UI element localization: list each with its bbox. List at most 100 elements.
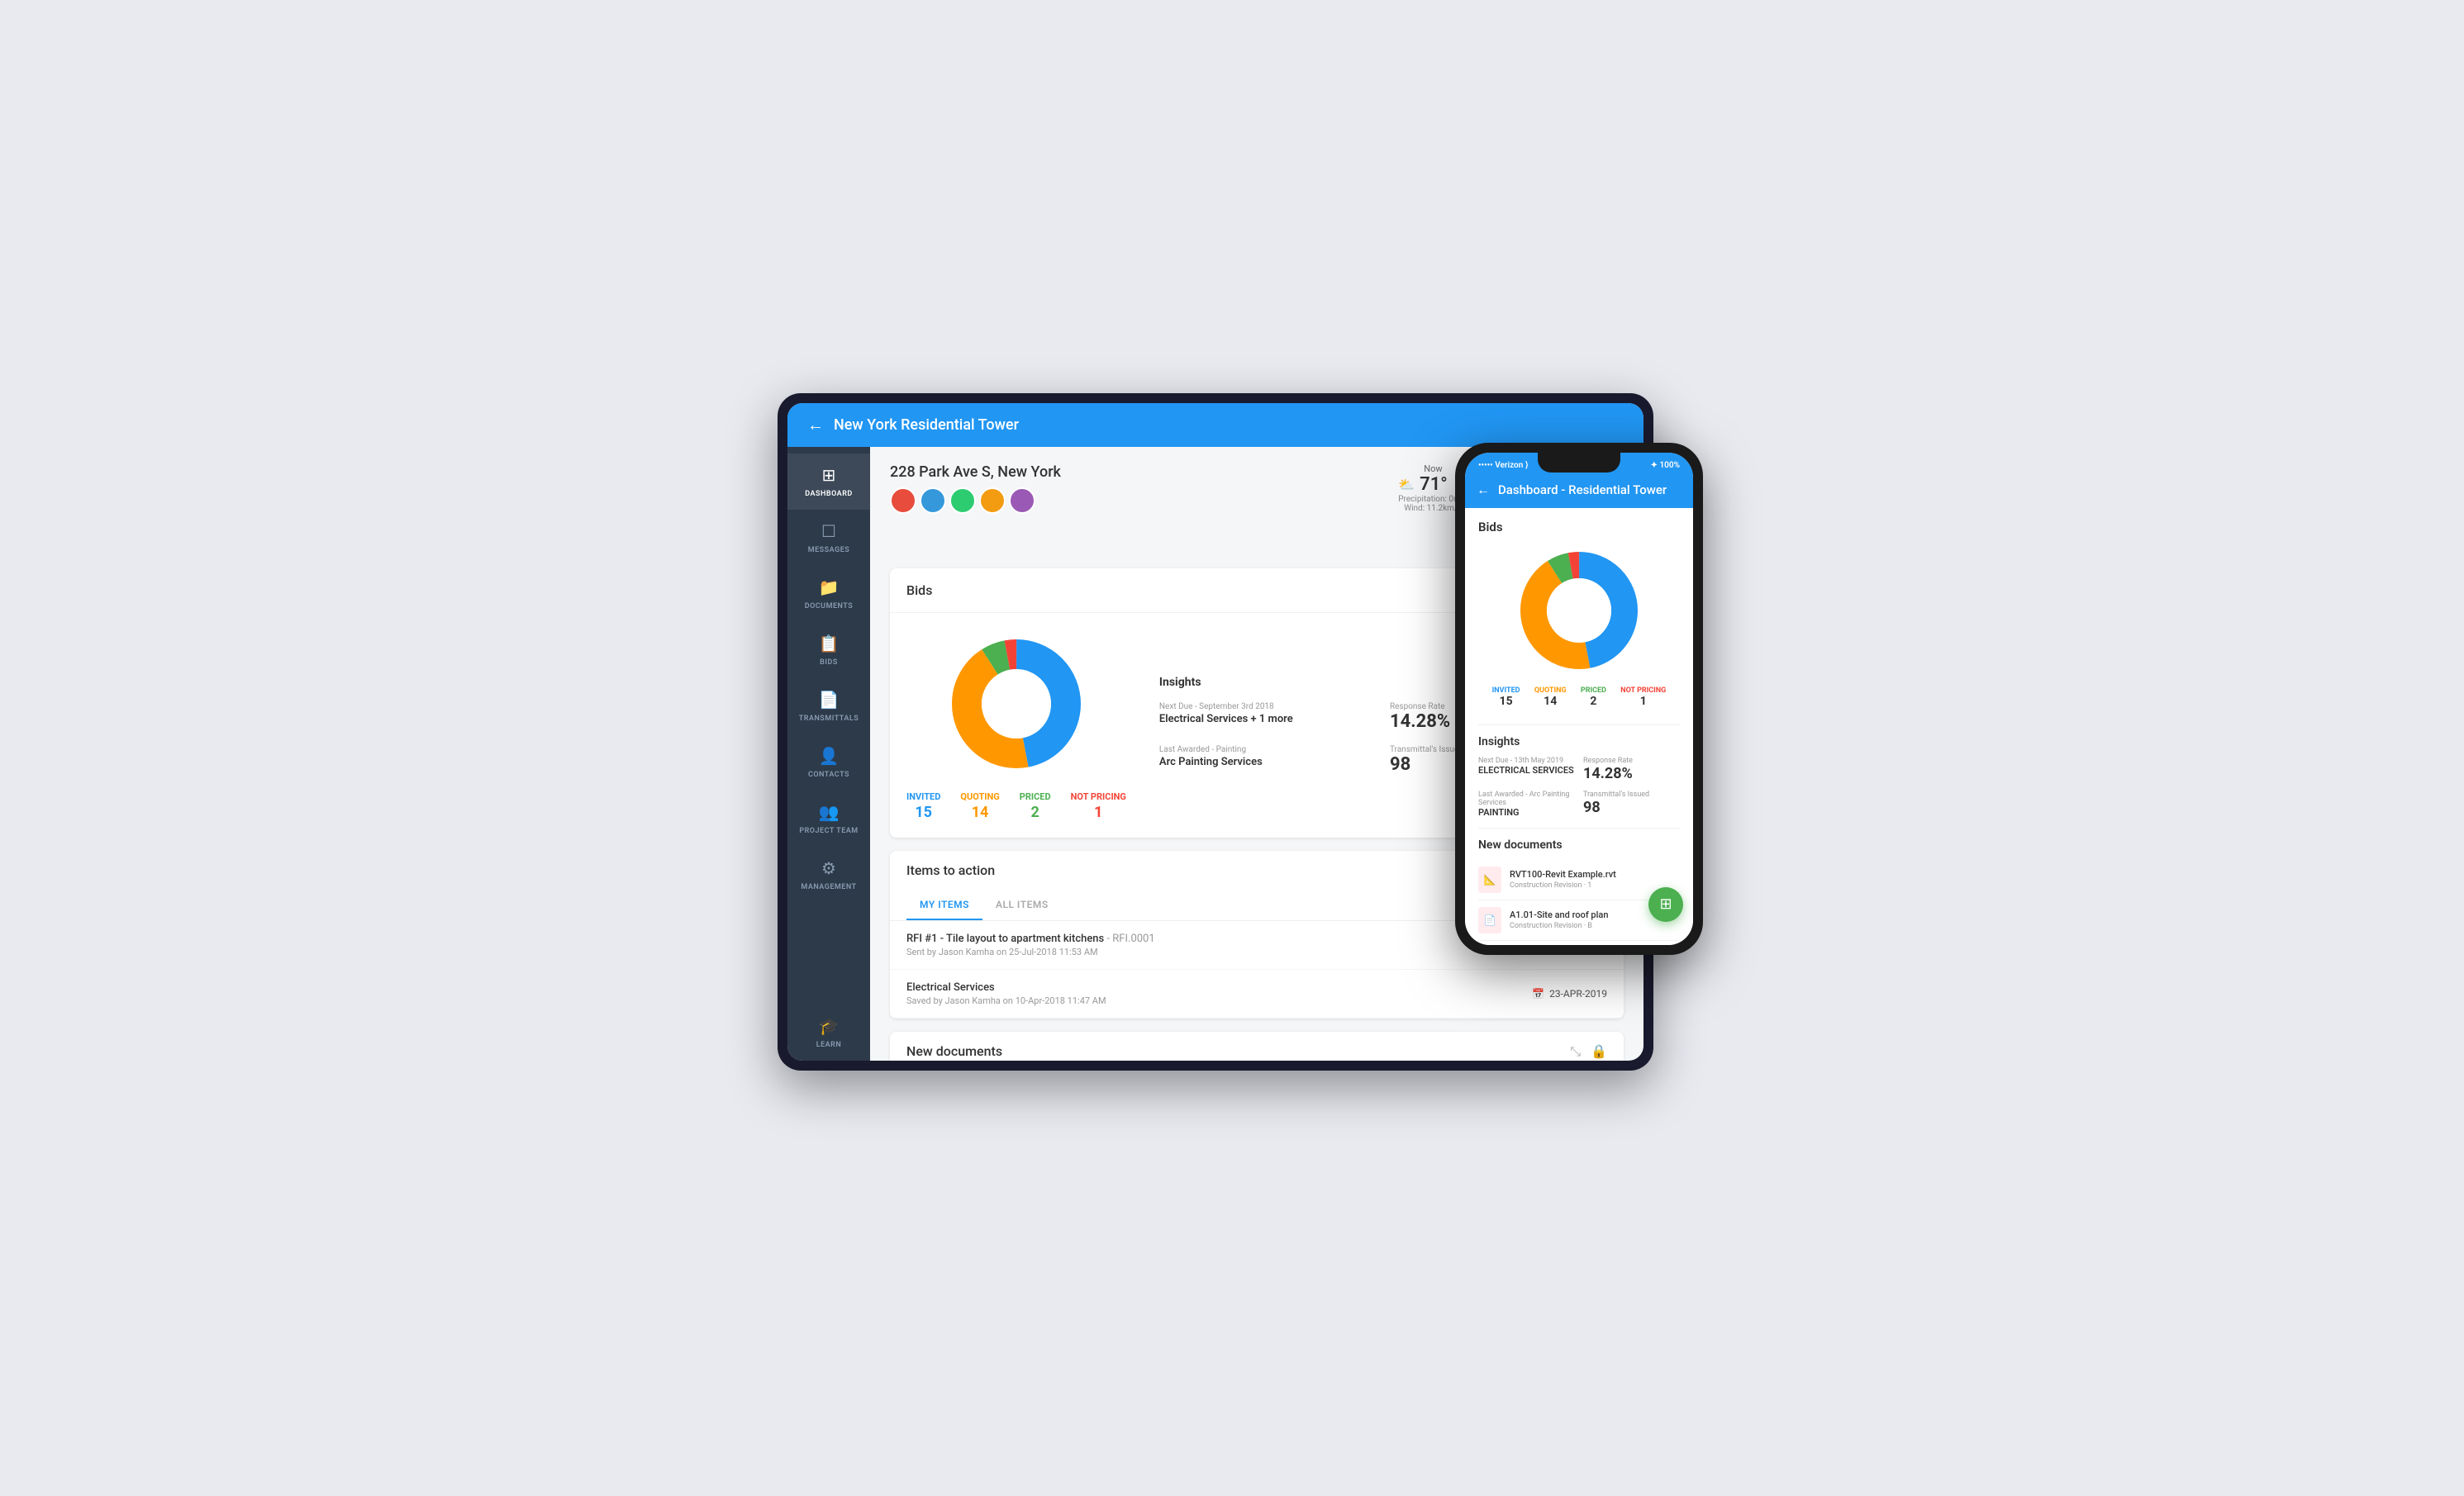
legend-priced: PRICED 2	[1020, 791, 1051, 821]
phone-legend-invited: INVITED 15	[1492, 686, 1520, 708]
sidebar-transmittals-label: TRANSMITTALS	[799, 715, 859, 723]
phone-bids-title: Bids	[1478, 520, 1680, 534]
legend-not-pricing: NOT PRICING 1	[1071, 791, 1126, 821]
legend-not-pricing-label: NOT PRICING	[1071, 791, 1126, 802]
project-team-icon: 👥	[819, 802, 840, 822]
legend-invited-label: INVITED	[906, 791, 940, 802]
action-item-electrical-title: Electrical Services	[906, 981, 1106, 994]
documents-icon: 📁	[819, 577, 840, 597]
weather-now-icon: ⛅	[1398, 477, 1415, 492]
phone-legend-not-pricing-count: 1	[1620, 695, 1666, 708]
fab-grid-icon: ⊞	[1659, 895, 1672, 913]
sidebar-item-messages[interactable]: ☐ MESSAGES	[787, 510, 870, 566]
insight-last-awarded-value: Arc Painting Services	[1159, 756, 1377, 768]
sidebar-item-contacts[interactable]: 👤 CONTACTS	[787, 734, 870, 791]
sidebar-contacts-label: CONTACTS	[808, 771, 849, 779]
phone-insights-section: Insights Next Due - 13th May 2019 ELECTR…	[1465, 725, 1693, 828]
phone-header: ← Dashboard - Residential Tower	[1465, 475, 1693, 508]
insight-next-due: Next Due - September 3rd 2018 Electrical…	[1159, 702, 1377, 732]
sidebar-item-learn[interactable]: 🎓 LEARN	[787, 1004, 870, 1061]
phone-bids-legend: INVITED 15 QUOTING 14 PRICED 2 NOT PRI	[1478, 686, 1680, 718]
sidebar-item-management[interactable]: ⚙ MANAGEMENT	[787, 847, 870, 903]
phone-insight-response-rate: Response Rate 14.28%	[1583, 757, 1680, 782]
new-documents-card: New documents ⤡ 🔒 📄 A2.09- House 4 and 5…	[890, 1032, 1624, 1061]
back-button[interactable]: ←	[807, 415, 824, 435]
insight-next-due-value: Electrical Services + 1 more	[1159, 713, 1377, 725]
tablet-header: ← New York Residential Tower	[787, 403, 1643, 447]
phone-donut-container	[1478, 544, 1680, 677]
bids-donut-svg	[942, 629, 1091, 778]
phone-insight-next-due-value: ELECTRICAL SERVICES	[1478, 765, 1575, 776]
action-item-rfi-title: RFI #1 - Tile layout to apartment kitche…	[906, 933, 1155, 945]
legend-quoting-label: QUOTING	[960, 791, 999, 802]
action-item-electrical: Electrical Services Saved by Jason Kamha…	[890, 970, 1624, 1019]
phone-new-docs-section: New documents 📐 RVT100-Revit Example.rvt…	[1465, 829, 1693, 945]
phone-legend-priced-count: 2	[1581, 695, 1606, 708]
sidebar-bids-label: BIDS	[820, 658, 838, 667]
legend-not-pricing-count: 1	[1071, 804, 1126, 821]
phone-back-button[interactable]: ←	[1477, 482, 1490, 498]
bids-card-title: Bids	[906, 582, 932, 598]
action-item-electrical-left: Electrical Services Saved by Jason Kamha…	[906, 981, 1106, 1006]
phone-insight-next-due-label: Next Due - 13th May 2019	[1478, 757, 1575, 765]
phone-legend-quoting-label: QUOTING	[1534, 686, 1567, 695]
tab-my-items[interactable]: MY ITEMS	[906, 890, 982, 920]
tab-all-items[interactable]: ALL ITEMS	[982, 890, 1062, 920]
avatar	[979, 487, 1006, 514]
phone-doc-item-rvt: 📐 RVT100-Revit Example.rvt Construction …	[1478, 860, 1680, 900]
phone-legend-not-pricing-label: NOT PRICING	[1620, 686, 1666, 695]
sidebar-item-bids[interactable]: 📋 BIDS	[787, 622, 870, 678]
phone-legend-invited-count: 15	[1492, 695, 1520, 708]
phone-donut-svg	[1513, 544, 1645, 677]
action-item-rfi-left: RFI #1 - Tile layout to apartment kitche…	[906, 933, 1155, 957]
sidebar-management-label: MANAGEMENT	[801, 883, 856, 891]
phone-insights-title: Insights	[1478, 735, 1680, 748]
phone-doc-info-a1: A1.01-Site and roof plan Construction Re…	[1510, 909, 1608, 930]
avatar	[1009, 487, 1035, 514]
expand-icon-docs[interactable]: ⤡	[1570, 1043, 1581, 1060]
phone-insight-last-awarded-label: Last Awarded - Arc Painting Services	[1478, 791, 1575, 807]
transmittals-icon: 📄	[819, 690, 840, 710]
phone-title: Dashboard - Residential Tower	[1498, 482, 1667, 497]
phone-carrier: ••••• Verizon ⟩	[1478, 461, 1529, 470]
sidebar-documents-label: DOCUMENTS	[805, 602, 854, 610]
sidebar-item-transmittals[interactable]: 📄 TRANSMITTALS	[787, 678, 870, 734]
insight-last-awarded: Last Awarded - Painting Arc Painting Ser…	[1159, 745, 1377, 775]
phone-legend-not-pricing: NOT PRICING 1	[1620, 686, 1666, 708]
phone-insight-response-label: Response Rate	[1583, 757, 1680, 765]
phone-new-docs-title: New documents	[1478, 838, 1680, 852]
phone-fab-button[interactable]: ⊞	[1648, 887, 1683, 922]
phone-device: ••••• Verizon ⟩ 1:57 ✦ 100% ← Dashboard …	[1455, 443, 1703, 955]
phone-insight-transmittals-label: Transmittal's Issued	[1583, 791, 1680, 799]
sidebar-item-dashboard[interactable]: ⊞ DASHBOARD	[787, 454, 870, 510]
action-item-electrical-sub: Saved by Jason Kamha on 10-Apr-2018 11:4…	[906, 995, 1106, 1006]
phone-doc-name-a1: A1.01-Site and roof plan	[1510, 909, 1608, 920]
sidebar-item-documents[interactable]: 📁 DOCUMENTS	[787, 566, 870, 622]
messages-icon: ☐	[821, 521, 836, 541]
action-item-electrical-date: 📅 23-APR-2019	[1532, 988, 1607, 1000]
sidebar-item-project-team[interactable]: 👥 PROJECT TEAM	[787, 791, 870, 847]
weather-now-temp: 71°	[1420, 474, 1448, 495]
phone-screen: ••••• Verizon ⟩ 1:57 ✦ 100% ← Dashboard …	[1465, 453, 1693, 945]
phone-content: Bids INVITED	[1465, 508, 1693, 945]
project-avatars	[890, 487, 1061, 514]
legend-priced-label: PRICED	[1020, 791, 1051, 802]
tablet-project-title: New York Residential Tower	[834, 416, 1019, 434]
lock-icon-docs[interactable]: 🔒	[1591, 1043, 1607, 1059]
phone-insight-response-value: 14.28%	[1583, 765, 1680, 782]
donut-center	[982, 669, 1051, 739]
phone-battery: ✦ 100%	[1651, 461, 1680, 470]
insight-last-awarded-label: Last Awarded - Painting	[1159, 745, 1377, 754]
phone-insight-transmittals-value: 98	[1583, 799, 1680, 816]
sidebar: ⊞ DASHBOARD ☐ MESSAGES 📁 DOCUMENTS 📋 BID…	[787, 447, 870, 1061]
project-address: 228 Park Ave S, New York	[890, 463, 1061, 481]
phone-doc-sub-rvt: Construction Revision · 1	[1510, 881, 1616, 890]
phone-legend-quoting: QUOTING 14	[1534, 686, 1567, 708]
phone-donut-center	[1547, 578, 1611, 643]
avatar	[890, 487, 916, 514]
new-docs-actions: ⤡ 🔒	[1570, 1043, 1607, 1060]
phone-insight-last-awarded: Last Awarded - Arc Painting Services PAI…	[1478, 791, 1575, 818]
bids-donut-chart	[942, 629, 1091, 778]
phone-bids-section: Bids INVITED	[1465, 508, 1693, 724]
sidebar-dashboard-label: DASHBOARD	[805, 490, 853, 498]
